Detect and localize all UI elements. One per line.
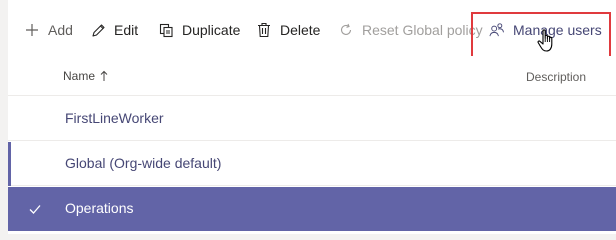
plus-icon xyxy=(24,22,40,38)
edit-label: Edit xyxy=(114,22,139,38)
duplicate-button[interactable]: Duplicate xyxy=(158,18,240,42)
description-column-header[interactable]: Description xyxy=(526,70,586,84)
add-label: Add xyxy=(48,22,73,38)
edit-button[interactable]: Edit xyxy=(90,18,138,42)
trash-icon xyxy=(256,22,272,38)
delete-button[interactable]: Delete xyxy=(256,18,320,42)
duplicate-label: Duplicate xyxy=(182,22,241,38)
policy-list-panel: Add Edit Duplicate Delete Reset Global p xyxy=(8,0,616,234)
copy-icon xyxy=(158,22,174,38)
policy-name-link[interactable]: Operations xyxy=(65,200,133,216)
arrow-up-icon xyxy=(100,70,108,82)
reset-icon xyxy=(338,22,354,38)
pencil-icon xyxy=(90,22,106,38)
checkmark-icon[interactable] xyxy=(28,202,42,216)
table-header: Name Description xyxy=(8,56,616,96)
name-column-label: Name xyxy=(63,69,96,83)
name-column-header[interactable]: Name xyxy=(63,69,108,83)
command-bar: Add Edit Duplicate Delete Reset Global p xyxy=(8,0,616,59)
policy-name-link[interactable]: Global (Org-wide default) xyxy=(65,155,221,171)
focus-indicator xyxy=(8,142,11,186)
table-row[interactable]: Global (Org-wide default) xyxy=(8,142,616,186)
reset-global-policy-label: Reset Global policy xyxy=(362,22,483,38)
delete-label: Delete xyxy=(280,22,321,38)
policy-name-link[interactable]: FirstLineWorker xyxy=(65,110,164,126)
hand-pointer-icon xyxy=(536,28,558,54)
reset-global-policy-button[interactable]: Reset Global policy xyxy=(338,18,483,42)
add-button[interactable]: Add xyxy=(24,18,73,42)
table-row-selected[interactable]: Operations xyxy=(8,187,616,231)
table-row[interactable]: FirstLineWorker xyxy=(8,97,616,141)
